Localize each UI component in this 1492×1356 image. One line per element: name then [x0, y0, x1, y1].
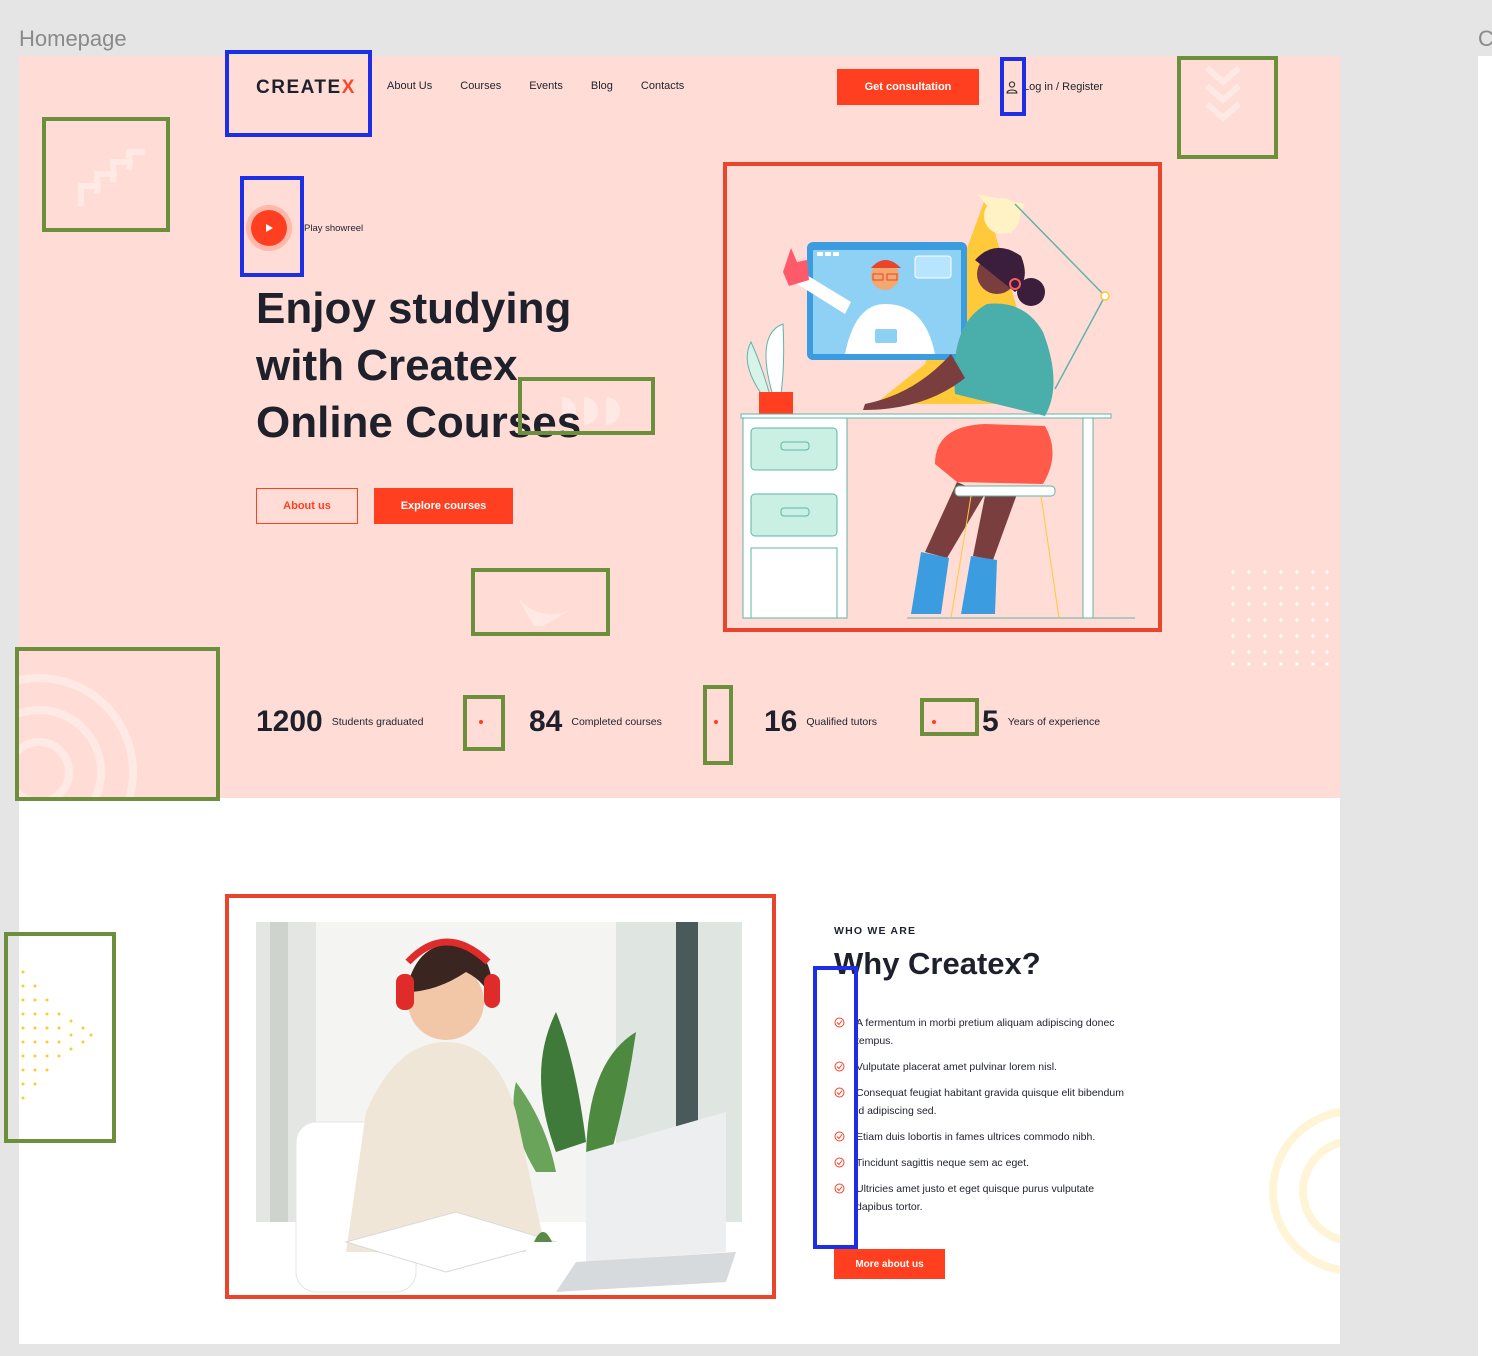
- stat-courses: 84 Completed courses: [529, 702, 662, 742]
- decorative-chevrons-left: [78, 149, 145, 206]
- check-circle-icon: [834, 1183, 845, 1194]
- hero-section: CREATEX About Us Courses Events Blog Con…: [19, 56, 1340, 798]
- login-register-label: Log in / Register: [1023, 81, 1104, 93]
- list-item: Consequat feugiat habitant gravida quisq…: [834, 1084, 1124, 1120]
- student-photo: [256, 922, 742, 1308]
- stat-number: 5: [982, 705, 999, 738]
- homepage-frame: CREATEX About Us Courses Events Blog Con…: [19, 56, 1340, 1344]
- list-item: Tincidunt sagittis neque sem ac eget.: [834, 1154, 1124, 1172]
- stat-separator-dot: [714, 720, 718, 724]
- stats-row: 1200 Students graduated 84 Completed cou…: [256, 702, 1116, 742]
- user-icon: [1006, 81, 1018, 94]
- decorative-yellow-arcs: [1269, 1108, 1340, 1274]
- stat-number: 1200: [256, 705, 323, 738]
- decorative-quarter-circle: [519, 593, 569, 626]
- nav-about-us[interactable]: About Us: [387, 80, 432, 92]
- nav-blog[interactable]: Blog: [591, 80, 613, 92]
- check-circle-icon: [834, 1061, 845, 1072]
- check-circle-icon: [834, 1157, 845, 1168]
- decorative-dot-grid: [1231, 570, 1329, 666]
- explore-courses-button[interactable]: Explore courses: [374, 488, 513, 524]
- decorative-concentric-arcs: [19, 674, 137, 798]
- stat-tutors: 16 Qualified tutors: [764, 702, 877, 742]
- play-showreel[interactable]: Play showreel: [246, 205, 363, 251]
- decorative-chevrons-down: [1205, 65, 1241, 122]
- stat-label: Completed courses: [571, 716, 662, 728]
- createx-logo[interactable]: CREATEX: [256, 77, 356, 99]
- stat-label: Qualified tutors: [806, 716, 877, 728]
- why-createx-title: Why Createx?: [834, 946, 1041, 981]
- stat-number: 16: [764, 705, 798, 738]
- frame-title-next: C: [1478, 26, 1492, 51]
- play-icon: [266, 224, 273, 232]
- list-item: Etiam duis lobortis in fames ultrices co…: [834, 1128, 1124, 1146]
- frame-title: Homepage: [19, 26, 127, 51]
- stat-students: 1200 Students graduated: [256, 702, 423, 742]
- play-showreel-label: Play showreel: [304, 222, 364, 234]
- stat-years: 5 Years of experience: [982, 702, 1100, 742]
- play-button-halo: [246, 205, 292, 251]
- why-checklist: A fermentum in morbi pretium aliquam adi…: [834, 1014, 1124, 1224]
- next-frame-canvas: [1478, 56, 1492, 1356]
- list-item: Ultricies amet justo et eget quisque pur…: [834, 1180, 1124, 1216]
- more-about-us-button[interactable]: More about us: [834, 1249, 945, 1279]
- login-register-link[interactable]: Log in / Register: [1005, 80, 1103, 94]
- stat-label: Years of experience: [1007, 716, 1101, 728]
- stat-separator-dot: [479, 720, 483, 724]
- list-item: Vulputate placerat amet pulvinar lorem n…: [834, 1058, 1124, 1076]
- nav-courses[interactable]: Courses: [460, 80, 501, 92]
- decorative-triangle-dots: [21, 970, 93, 1100]
- nav-contacts[interactable]: Contacts: [641, 80, 684, 92]
- check-circle-icon: [834, 1131, 845, 1142]
- list-item: A fermentum in morbi pretium aliquam adi…: [834, 1014, 1124, 1050]
- stat-separator-dot: [932, 720, 936, 724]
- check-circle-icon: [834, 1087, 845, 1098]
- section-eyebrow: WHO WE ARE: [834, 925, 917, 937]
- stat-number: 84: [529, 705, 563, 738]
- hero-title: Enjoy studying with Createx Online Cours…: [256, 284, 582, 447]
- main-nav: About Us Courses Events Blog Contacts: [387, 80, 684, 92]
- play-button[interactable]: [251, 210, 287, 246]
- nav-events[interactable]: Events: [529, 80, 563, 92]
- hero-illustration: [740, 194, 1135, 619]
- check-circle-icon: [834, 1017, 845, 1028]
- get-consultation-button[interactable]: Get consultation: [837, 69, 979, 105]
- stat-label: Students graduated: [331, 716, 424, 728]
- about-us-button[interactable]: About us: [256, 488, 358, 524]
